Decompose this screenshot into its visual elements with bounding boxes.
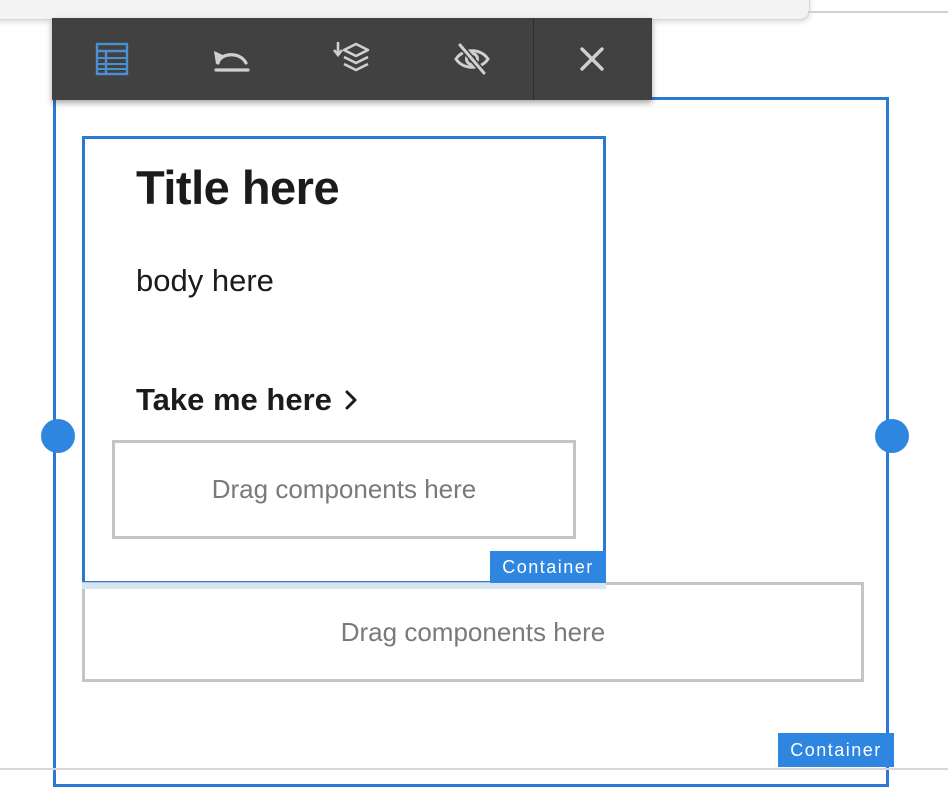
outer-drop-zone[interactable]: Drag components here bbox=[82, 582, 864, 682]
page-bottom-divider bbox=[0, 768, 948, 770]
layers-button[interactable] bbox=[292, 18, 412, 100]
chevron-right-icon bbox=[345, 390, 357, 410]
resize-handle-left[interactable] bbox=[41, 419, 75, 453]
cta-label: Take me here bbox=[136, 382, 332, 417]
visibility-off-icon bbox=[454, 43, 490, 75]
resize-handle-right[interactable] bbox=[875, 419, 909, 453]
outer-container-label[interactable]: Container bbox=[778, 733, 894, 767]
close-icon bbox=[580, 47, 604, 71]
close-button[interactable] bbox=[532, 18, 652, 100]
top-divider bbox=[808, 11, 948, 13]
hide-button[interactable] bbox=[412, 18, 532, 100]
inner-container-label[interactable]: Container bbox=[490, 551, 606, 583]
component-title: Title here bbox=[136, 161, 340, 214]
inner-drop-zone[interactable]: Drag components here bbox=[112, 440, 576, 539]
top-panel bbox=[0, 0, 810, 20]
layout-table-icon bbox=[95, 42, 129, 76]
cta-link[interactable]: Take me here bbox=[136, 382, 358, 418]
component-body: body here bbox=[136, 263, 274, 298]
configure-button[interactable] bbox=[52, 18, 172, 100]
drop-highlight-strip bbox=[82, 583, 606, 589]
undo-button[interactable] bbox=[172, 18, 292, 100]
undo-icon bbox=[214, 51, 250, 72]
layers-sort-icon bbox=[332, 42, 370, 72]
editable-toolbar bbox=[52, 18, 652, 100]
